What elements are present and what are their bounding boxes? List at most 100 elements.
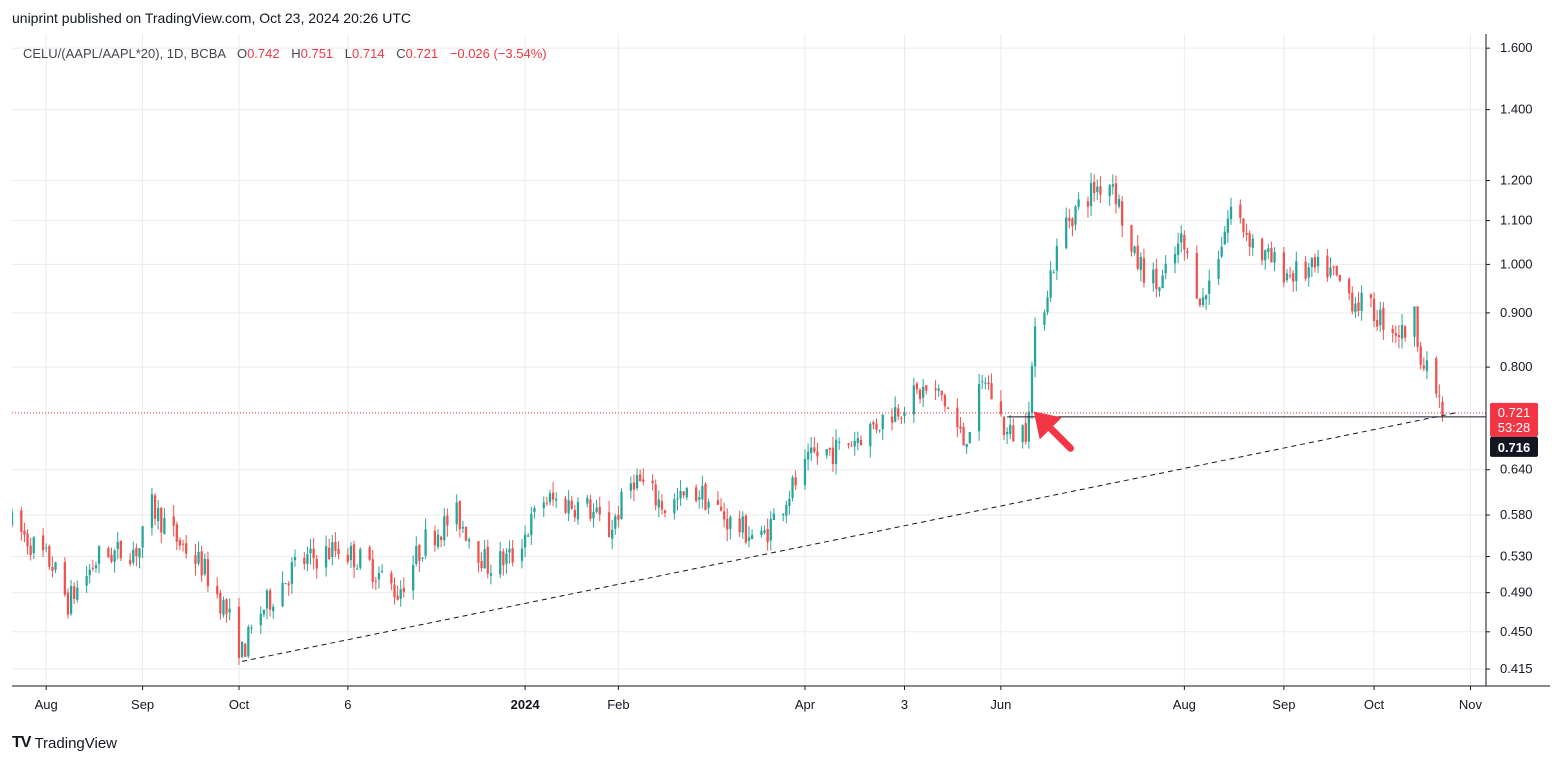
candle-body: [946, 407, 950, 409]
candle-body: [738, 518, 741, 533]
trendline: [242, 412, 1456, 662]
candle-up: [359, 547, 362, 571]
candle-down: [915, 381, 919, 395]
candle-body: [69, 585, 73, 614]
candle-body: [244, 643, 247, 657]
candle-up: [635, 468, 639, 491]
candle-down: [66, 588, 70, 619]
time-tick-label: Sep: [131, 697, 154, 712]
candle-up: [1043, 309, 1046, 331]
candle-body: [203, 558, 206, 575]
candle-body: [878, 429, 881, 431]
candle-body: [356, 568, 359, 570]
axis-layer: 1.600 1.400 1.200 1.100 1.000 0.900 0.800 0.640…: [12, 34, 1550, 712]
candle-body: [1180, 233, 1183, 243]
candle-body: [1204, 295, 1208, 300]
candle-up: [1264, 249, 1267, 270]
candle-up: [1329, 257, 1332, 279]
candle-body: [651, 480, 654, 484]
candle-up: [32, 535, 35, 560]
candle-down: [573, 504, 576, 522]
candle-body: [965, 444, 968, 448]
candle-body: [806, 451, 810, 460]
candle-body: [912, 385, 915, 415]
candle-body: [436, 534, 440, 547]
candle-body: [875, 423, 878, 430]
candle-down: [704, 481, 707, 511]
symbol-legend[interactable]: CELU/(AAPL/AAPL*20), 1D, BCBA O0.742 H0.…: [23, 46, 547, 61]
candle-up: [1176, 232, 1180, 264]
candle-body: [1400, 324, 1404, 339]
candle-body: [890, 416, 894, 423]
candle-up: [284, 583, 287, 585]
candle-body: [1096, 186, 1099, 192]
candle-up: [592, 503, 595, 528]
candle-up: [673, 493, 676, 520]
time-tick-label: Nov: [1459, 697, 1483, 712]
candle-down: [458, 500, 461, 538]
candle-body: [1332, 266, 1335, 268]
candle-up: [88, 563, 91, 584]
candle-up: [309, 538, 312, 565]
candle-up: [1425, 351, 1429, 380]
candle-up: [782, 513, 785, 522]
candle-body: [219, 593, 222, 614]
candle-body: [1310, 257, 1313, 268]
legend-open-label: O: [236, 46, 248, 61]
candle-up: [788, 490, 791, 515]
candle-up: [1316, 249, 1320, 274]
candle-down: [962, 422, 965, 446]
price-tick-label: 0.415: [1500, 661, 1533, 676]
candle-up: [1220, 236, 1223, 259]
candle-body: [181, 543, 185, 545]
candle-body: [694, 487, 698, 501]
candle-body: [1065, 217, 1068, 249]
candle-down: [694, 484, 698, 503]
candle-down: [194, 543, 197, 576]
candle-body: [415, 546, 418, 565]
candle-body: [567, 500, 570, 514]
candle-body: [312, 548, 315, 559]
candle-down: [1419, 341, 1422, 370]
candle-body: [527, 535, 530, 537]
candle-up: [1117, 194, 1121, 209]
candle-up: [856, 431, 859, 451]
candle-body: [769, 518, 772, 541]
tradingview-brand[interactable]: TV TradingView: [12, 734, 117, 752]
candle-body: [940, 390, 943, 396]
candle-down: [26, 529, 29, 555]
candle-body: [635, 475, 639, 489]
candle-body: [1121, 201, 1124, 226]
candle-body: [611, 529, 614, 539]
price-chart[interactable]: 1.600 1.400 1.200 1.100 1.000 0.900 0.800 0.640…: [12, 34, 1550, 722]
crosshair-price-value: 0.716: [1498, 440, 1531, 455]
chart-frame[interactable]: 1.600 1.400 1.200 1.100 1.000 0.900 0.800 0.640…: [12, 34, 1550, 722]
candle-body: [290, 562, 294, 584]
candle-body: [1313, 257, 1317, 268]
candle-down: [766, 518, 769, 551]
candle-body: [548, 493, 552, 503]
candle-down: [598, 496, 601, 522]
candle-body: [1351, 292, 1354, 312]
candle-body: [589, 499, 592, 519]
candle-down: [551, 481, 555, 507]
candle-body: [1043, 312, 1046, 325]
candle-body: [1270, 248, 1273, 263]
candle-body: [676, 498, 679, 500]
candle-down: [433, 525, 437, 552]
candle-down: [1382, 302, 1385, 340]
legend-high-label: H: [291, 46, 301, 61]
candle-up: [1033, 317, 1037, 378]
candle-body: [396, 595, 399, 600]
candle-down: [940, 390, 943, 402]
candle-up: [467, 537, 471, 549]
candle-up: [1204, 294, 1208, 310]
candle-up: [1055, 238, 1059, 281]
candle-body: [1376, 320, 1379, 327]
candle-body: [508, 549, 511, 553]
candle-body: [1009, 424, 1012, 435]
candle-up: [455, 494, 458, 532]
candle-down: [1086, 196, 1090, 218]
candle-up: [707, 498, 710, 514]
candle-down: [502, 548, 505, 576]
